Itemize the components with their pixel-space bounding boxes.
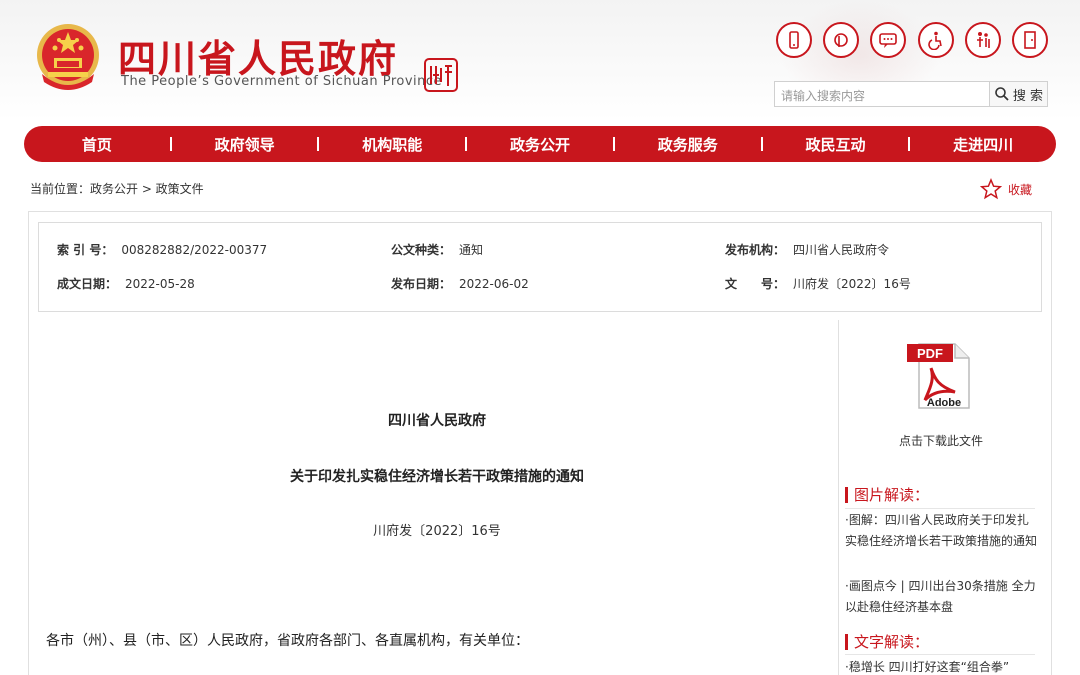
national-emblem-icon[interactable]: [34, 22, 102, 92]
document-meta-box: 索 引 号： 008282882/2022-00377 公文种类： 通知 发布机构：…: [38, 222, 1042, 312]
document-addressee: 各市（州）、县（市、区）人民政府，省政府各部门、各直属机构，有关单位：: [46, 633, 529, 649]
main-nav: 首页 政府领导 机构职能 政务公开 政务服务 政民互动 走进四川: [24, 126, 1056, 162]
elderly-care-icon[interactable]: [964, 22, 1001, 58]
meta-published-label: 发布日期：: [391, 277, 452, 291]
image-interpretation-title: 图片解读：: [854, 486, 930, 504]
section-marker: [845, 486, 848, 503]
meta-published: 发布日期： 2022-06-02: [391, 275, 529, 292]
nav-item-functions[interactable]: 机构职能: [319, 134, 465, 155]
site-header: 四川省人民政府 The People’s Government of Sichu…: [0, 0, 1080, 120]
text-interpretation-heading: 文字解读：: [845, 631, 929, 652]
nav-item-interaction[interactable]: 政民互动: [763, 134, 909, 155]
nav-item-about-sichuan[interactable]: 走进四川: [910, 134, 1056, 155]
download-file-link[interactable]: 点击下载此文件: [839, 432, 1043, 449]
favorite-button[interactable]: 收藏: [980, 178, 1032, 200]
image-interpretation-link[interactable]: ·画图点今 | 四川出台30条措施 全力以赴稳住经济基本盘: [845, 576, 1039, 618]
meta-created: 成文日期： 2022-05-28: [57, 275, 195, 292]
meta-created-label: 成文日期：: [57, 277, 118, 291]
weibo-icon[interactable]: [823, 22, 860, 58]
message-icon[interactable]: [870, 22, 907, 58]
meta-issuer-label: 发布机构：: [725, 243, 786, 257]
star-icon: [980, 178, 1002, 200]
meta-index: 索 引 号： 008282882/2022-00377: [57, 241, 267, 258]
search-icon: [995, 87, 1009, 101]
text-interpretation-link[interactable]: ·稳增长 四川打好这套“组合拳”: [845, 657, 1039, 675]
section-marker: [845, 633, 848, 650]
image-interpretation-link[interactable]: ·图解：四川省人民政府关于印发扎实稳住经济增长若干政策措施的通知: [845, 510, 1039, 552]
search-button-label: 搜 索: [1012, 88, 1044, 104]
meta-doc-no: 文 号： 川府发〔2022〕16号: [725, 275, 911, 292]
meta-index-label: 索 引 号：: [57, 243, 114, 257]
document-title: 关于印发扎实稳住经济增长若干政策措施的通知: [290, 469, 584, 485]
text-interpretation-title: 文字解读：: [854, 633, 930, 651]
meta-issuer-value: 四川省人民政府令: [793, 243, 890, 257]
meta-type-value: 通知: [459, 243, 484, 257]
utility-icon-bar: [776, 22, 1048, 60]
nav-item-leaders[interactable]: 政府领导: [172, 134, 318, 155]
meta-type: 公文种类： 通知: [391, 241, 483, 258]
meta-doc-no-value: 川府发〔2022〕16号: [793, 277, 911, 291]
meta-type-label: 公文种类：: [391, 243, 452, 257]
meta-doc-no-label: 文 号：: [725, 277, 786, 291]
document-content: 四川省人民政府 关于印发扎实稳住经济增长若干政策措施的通知 川府发〔2022〕1…: [38, 320, 836, 675]
favorite-label: 收藏: [1008, 182, 1033, 197]
search-button[interactable]: 搜 索: [990, 81, 1048, 107]
search-input[interactable]: 请输入搜索内容: [774, 81, 990, 107]
image-interpretation-heading: 图片解读：: [845, 484, 929, 505]
section-divider: [845, 508, 1035, 509]
section-divider: [845, 654, 1035, 655]
sidebar: PDF Adobe 点击下载此文件 图片解读： ·图解：四川省人民政府关于印发扎…: [838, 320, 1042, 675]
meta-created-value: 2022-05-28: [125, 277, 195, 291]
nav-item-open-gov[interactable]: 政务公开: [467, 134, 613, 155]
pdf-badge-text: PDF: [917, 346, 943, 361]
breadcrumb[interactable]: 当前位置：政务公开 > 政策文件: [30, 180, 204, 197]
meta-published-value: 2022-06-02: [459, 277, 529, 291]
site-subtitle: The People’s Government of Sichuan Provi…: [121, 74, 443, 89]
pdf-download-icon[interactable]: PDF Adobe: [905, 340, 977, 412]
meta-index-value: 008282882/2022-00377: [121, 243, 268, 257]
document-issuer: 四川省人民政府: [388, 413, 486, 429]
accessibility-icon[interactable]: [917, 22, 954, 58]
nav-item-home[interactable]: 首页: [24, 134, 170, 155]
meta-issuer: 发布机构： 四川省人民政府令: [725, 241, 889, 258]
exit-icon[interactable]: [1011, 22, 1048, 58]
phone-icon[interactable]: [776, 22, 812, 58]
nav-item-services[interactable]: 政务服务: [615, 134, 761, 155]
pdf-brand-text: Adobe: [927, 397, 961, 409]
document-number: 川府发〔2022〕16号: [373, 524, 501, 539]
sichuan-impression-seal-icon: [424, 58, 458, 92]
